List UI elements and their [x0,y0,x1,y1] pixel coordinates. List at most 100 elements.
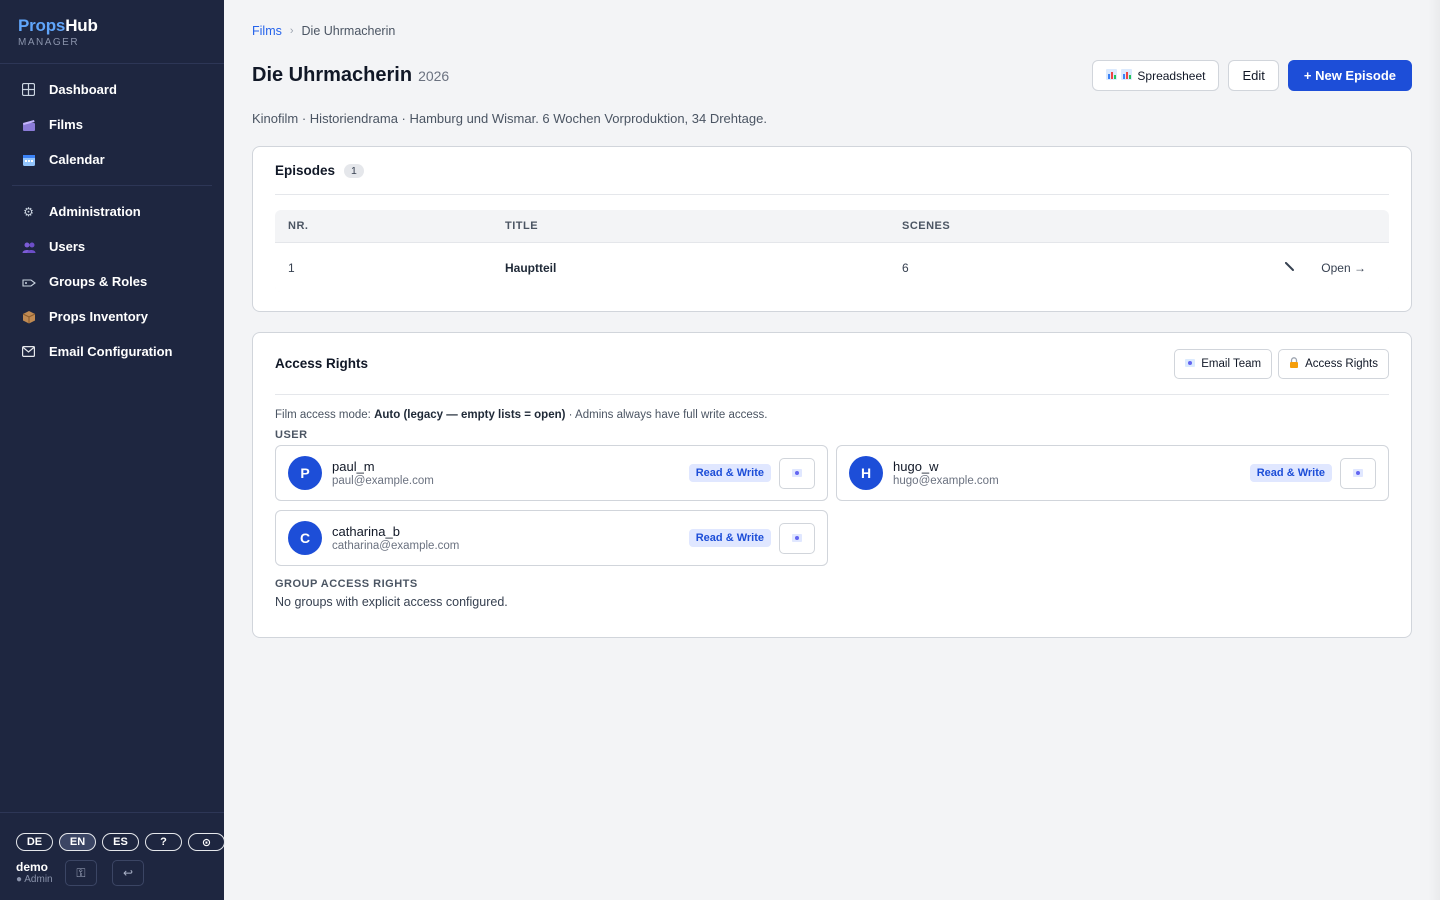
user-section-label: USER [275,429,308,441]
table-row[interactable]: 1 Hauptteil 6 Open → [275,243,1389,292]
avatar: H [849,456,883,490]
sidebar-item-groups-roles[interactable]: Groups & Roles [12,264,212,299]
language-de-button[interactable]: DE [16,833,53,851]
spreadsheet-label: Spreadsheet [1137,68,1206,83]
open-episode-link[interactable]: Open → [1321,261,1366,275]
episodes-table: NR. TITLE SCENES 1 Hauptteil 6 Open → [275,210,1389,292]
user-email: catharina@example.com [332,539,460,552]
spreadsheet-button[interactable]: Spreadsheet [1092,60,1220,91]
episodes-card: Episodes 1 NR. TITLE SCENES 1 Hauptteil … [252,146,1412,312]
access-mode-text: Film access mode: Auto (legacy — empty l… [275,409,1389,421]
permission-badge: Read & Write [1249,464,1332,482]
user-access-item: P paul_m paul@example.com Read & Write [275,445,828,501]
page-title: Die Uhrmacherin [252,64,413,86]
sidebar-item-label: Props Inventory [49,309,148,324]
user-name: hugo_w [893,458,939,474]
episode-title: Hauptteil [505,260,557,275]
sidebar-item-dashboard[interactable]: Dashboard [12,72,212,107]
column-nr[interactable]: NR. [275,220,505,232]
permission-badge: Read & Write [688,464,771,482]
access-rights-label: Access Rights [1305,357,1378,370]
remove-access-icon[interactable] [779,522,815,554]
column-title[interactable]: TITLE [505,220,902,232]
header-actions: Spreadsheet Edit + New Episode [1092,60,1412,91]
language-en-button[interactable]: EN [59,833,96,851]
group-section-label: GROUP ACCESS RIGHTS [275,578,418,590]
chart-icon [1106,68,1118,83]
clapper-icon [20,116,37,133]
film-year: 2026 [418,68,450,84]
sidebar-item-label: Groups & Roles [49,274,148,289]
sidebar-item-props-inventory[interactable]: Props Inventory [12,299,212,334]
sidebar-item-label: Administration [49,204,141,219]
access-mode-prefix: Film access mode: [275,409,371,421]
main-nav: Dashboard Films Calendar ⚙ Administratio… [0,64,224,377]
avatar: P [288,456,322,490]
film-description: Kinofilm · Historiendrama · Hamburg und … [252,111,767,126]
pencil-icon[interactable] [1284,260,1295,275]
sidebar-item-calendar[interactable]: Calendar [12,142,212,177]
brand-logo[interactable]: PropsHub MANAGER [0,0,224,64]
episodes-count-badge: 1 [344,163,364,178]
access-rights-card: Access Rights Email Team Access Rights F… [252,332,1412,638]
user-email: hugo@example.com [893,474,999,487]
sidebar-item-films[interactable]: Films [12,107,212,142]
profile-key-icon[interactable]: ⚿ [65,860,97,886]
row-actions: Open → [1102,260,1389,275]
brand-name-prefix: Props [18,16,66,35]
scrollbar-track[interactable] [1428,0,1440,900]
theme-toggle-button[interactable]: ⊙ [188,833,225,851]
sidebar: PropsHub MANAGER Dashboard Films Calenda… [0,0,225,900]
breadcrumb-films-link[interactable]: Films [252,24,282,38]
mail-icon [20,343,37,360]
access-rights-header: Access Rights Email Team Access Rights [275,333,1389,395]
email-icon [1185,358,1196,370]
user-access-item: C catharina_b catharina@example.com Read… [275,510,828,566]
episode-scenes: 6 [902,260,909,275]
language-es-button[interactable]: ES [102,833,139,851]
email-team-label: Email Team [1201,357,1262,370]
chevron-right-icon: › [289,25,294,37]
sidebar-item-label: Films [49,117,83,132]
current-user: demo ● Admin ⚿ ↩ [16,860,208,886]
gear-icon: ⚙ [23,204,34,219]
brand-subtitle: MANAGER [18,37,80,48]
column-scenes[interactable]: SCENES [902,220,1102,232]
user-name: paul_m [332,458,375,474]
sidebar-item-email-configuration[interactable]: Email Configuration [12,334,212,369]
lock-icon [1289,356,1299,371]
episode-nr: 1 [288,260,295,275]
user-info: catharina_b catharina@example.com [332,524,689,553]
user-access-list: P paul_m paul@example.com Read & Write H… [275,445,1389,566]
user-info: paul_m paul@example.com [332,459,689,488]
logout-icon[interactable]: ↩ [112,860,144,886]
new-episode-button[interactable]: + New Episode [1287,60,1412,91]
user-access-item: H hugo_w hugo@example.com Read & Write [836,445,1389,501]
help-button[interactable]: ? [145,833,182,851]
sidebar-footer: DE EN ES ? ⊙ demo ● Admin ⚿ ↩ [0,812,225,900]
title-wrap: Die Uhrmacherin 2026 [252,64,449,87]
episodes-header: Episodes 1 [275,147,1389,195]
user-name: catharina_b [332,523,400,539]
avatar: C [288,521,322,555]
user-email: paul@example.com [332,474,434,487]
user-role: ● Admin [16,874,53,885]
brand-name: PropsHub [18,16,206,36]
sidebar-item-users[interactable]: Users [12,229,212,264]
remove-access-icon[interactable] [779,457,815,489]
main-content: Films › Die Uhrmacherin Die Uhrmacherin … [224,0,1440,900]
users-icon [20,238,37,255]
sidebar-item-label: Dashboard [49,82,117,97]
nav-group-primary: Dashboard Films Calendar [12,64,212,185]
calendar-icon [20,151,37,168]
edit-button[interactable]: Edit [1228,60,1279,91]
remove-access-icon[interactable] [1340,457,1376,489]
permission-badge: Read & Write [688,529,771,547]
sidebar-item-administration[interactable]: ⚙ Administration [12,194,212,229]
access-rights-title: Access Rights [275,356,369,371]
access-rights-button[interactable]: Access Rights [1278,348,1389,379]
tag-icon [20,273,37,290]
group-empty-text: No groups with explicit access configure… [275,595,508,609]
email-team-button[interactable]: Email Team [1174,348,1273,379]
episodes-title: Episodes [275,163,336,178]
